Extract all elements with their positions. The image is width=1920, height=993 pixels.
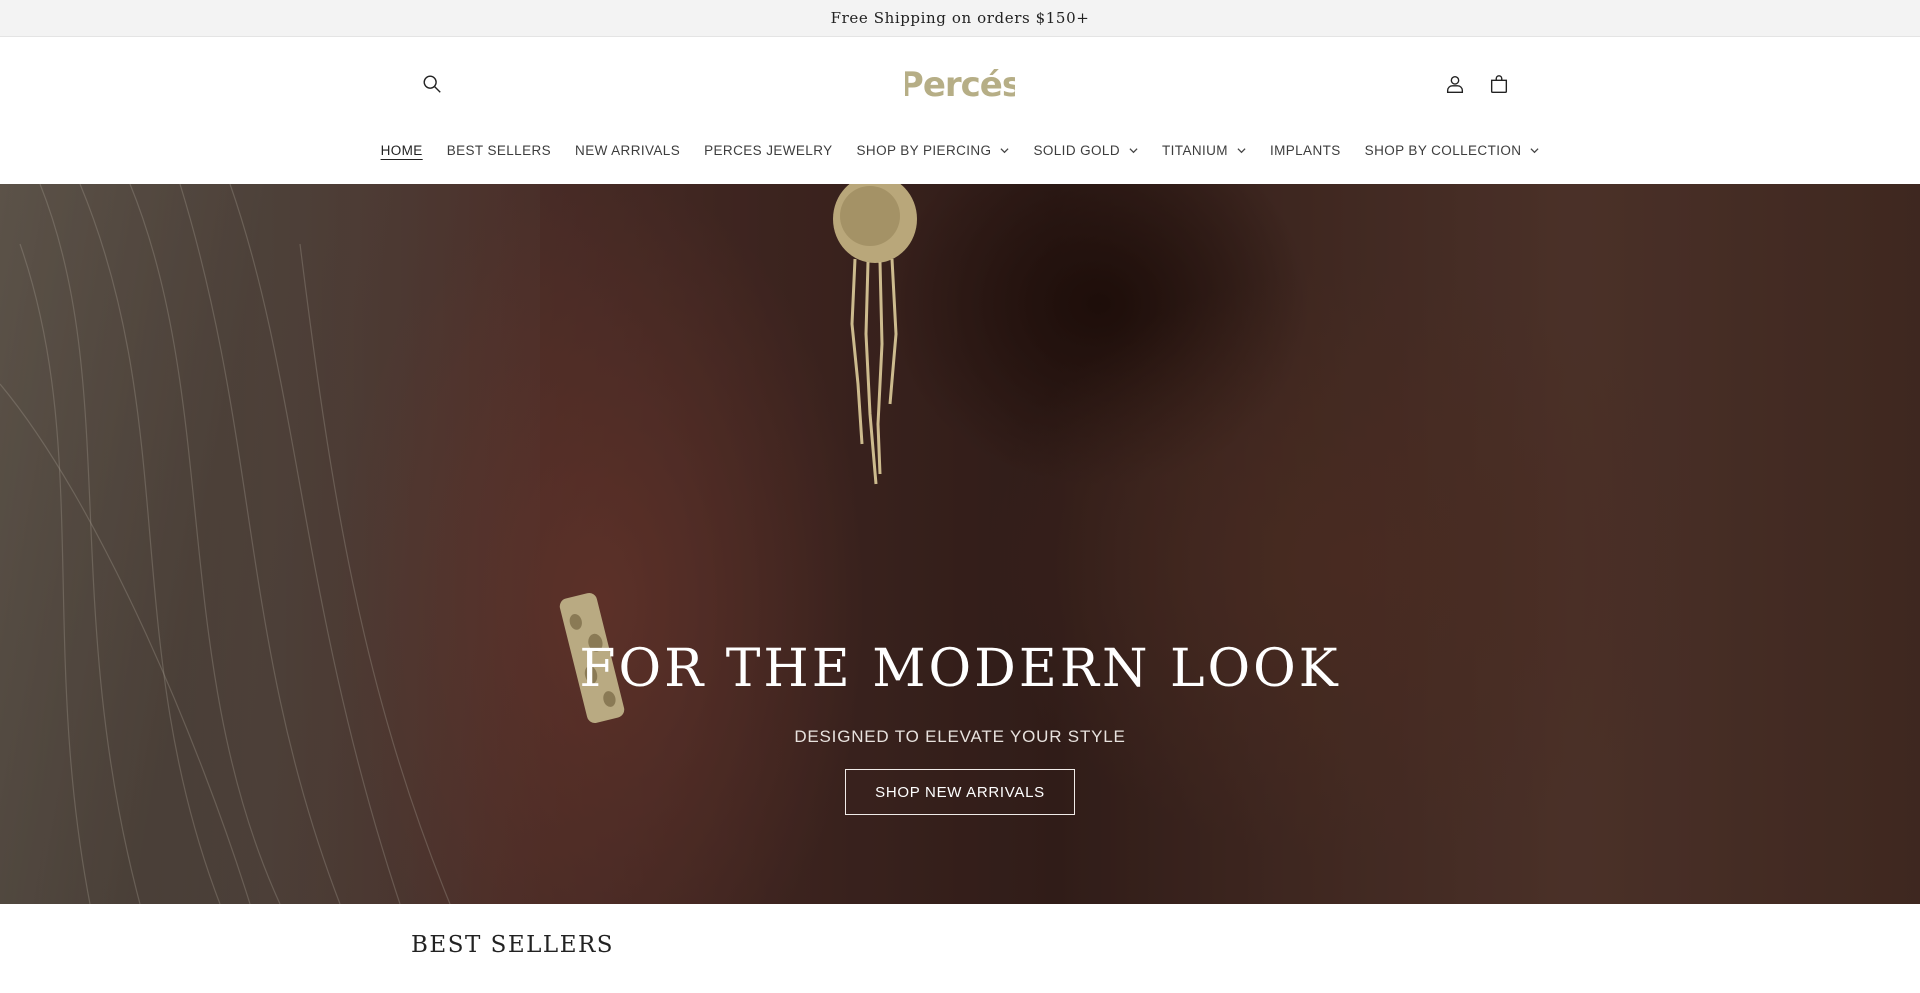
percés-logo: Percés: [905, 65, 1015, 105]
chevron-down-icon: [1530, 146, 1539, 155]
best-sellers-heading: BEST SELLERS: [411, 932, 615, 958]
hero-content: FOR THE MODERN LOOK DESIGNED TO ELEVATE …: [0, 639, 1920, 815]
dangle-earring-image: [833, 184, 917, 485]
nav-item-perces-jewelry[interactable]: PERCES JEWELRY: [692, 139, 844, 162]
main-nav: HOME BEST SELLERS NEW ARRIVALS PERCES JE…: [0, 132, 1920, 168]
nav-item-best-sellers[interactable]: BEST SELLERS: [435, 139, 563, 162]
chevron-down-icon: [1129, 146, 1138, 155]
cart-icon: [1490, 75, 1508, 93]
nav-item-label: PERCES JEWELRY: [704, 142, 833, 158]
nav-item-shop-by-collection[interactable]: SHOP BY COLLECTION: [1353, 139, 1552, 162]
search-icon: [423, 75, 441, 93]
nav-item-label: BEST SELLERS: [446, 142, 552, 158]
announcement-bar: Free Shipping on orders $150+: [0, 0, 1920, 37]
account-button[interactable]: [1438, 67, 1472, 101]
chevron-down-icon: [1000, 146, 1010, 155]
nav-item-home[interactable]: HOME: [369, 139, 435, 162]
hero-title: FOR THE MODERN LOOK: [579, 639, 1341, 699]
nav-item-label: IMPLANTS: [1269, 142, 1341, 158]
nav-item-implants[interactable]: IMPLANTS: [1258, 139, 1353, 162]
logo[interactable]: Percés: [905, 59, 1015, 107]
cart-button[interactable]: [1482, 67, 1516, 101]
nav-item-new-arrivals[interactable]: NEW ARRIVALS: [563, 139, 692, 162]
announcement-text: Free Shipping on orders $150+: [830, 9, 1090, 27]
nav-item-label: SHOP BY COLLECTION: [1364, 142, 1522, 158]
shop-new-arrivals-button[interactable]: SHOP NEW ARRIVALS: [845, 769, 1075, 815]
nav-item-label: HOME: [380, 142, 423, 158]
nav-item-label: TITANIUM: [1162, 142, 1228, 158]
account-icon: [1446, 75, 1464, 93]
search-button[interactable]: [415, 67, 449, 101]
hero-banner: FOR THE MODERN LOOK DESIGNED TO ELEVATE …: [0, 184, 1920, 904]
hero-subtitle: DESIGNED TO ELEVATE YOUR STYLE: [794, 727, 1126, 746]
nav-item-titanium[interactable]: TITANIUM: [1150, 139, 1258, 162]
nav-item-label: SHOP BY PIERCING: [856, 142, 992, 158]
nav-item-shop-by-piercing[interactable]: SHOP BY PIERCING: [845, 139, 1022, 162]
nav-item-label: SOLID GOLD: [1033, 142, 1120, 158]
chevron-down-icon: [1237, 146, 1246, 155]
svg-text:Percés: Percés: [905, 65, 1015, 105]
nav-item-label: NEW ARRIVALS: [575, 142, 681, 158]
site-header: Percés HOME BEST SELLERS NEW ARRIVALS PE…: [0, 37, 1920, 184]
nav-item-solid-gold[interactable]: SOLID GOLD: [1021, 139, 1150, 162]
